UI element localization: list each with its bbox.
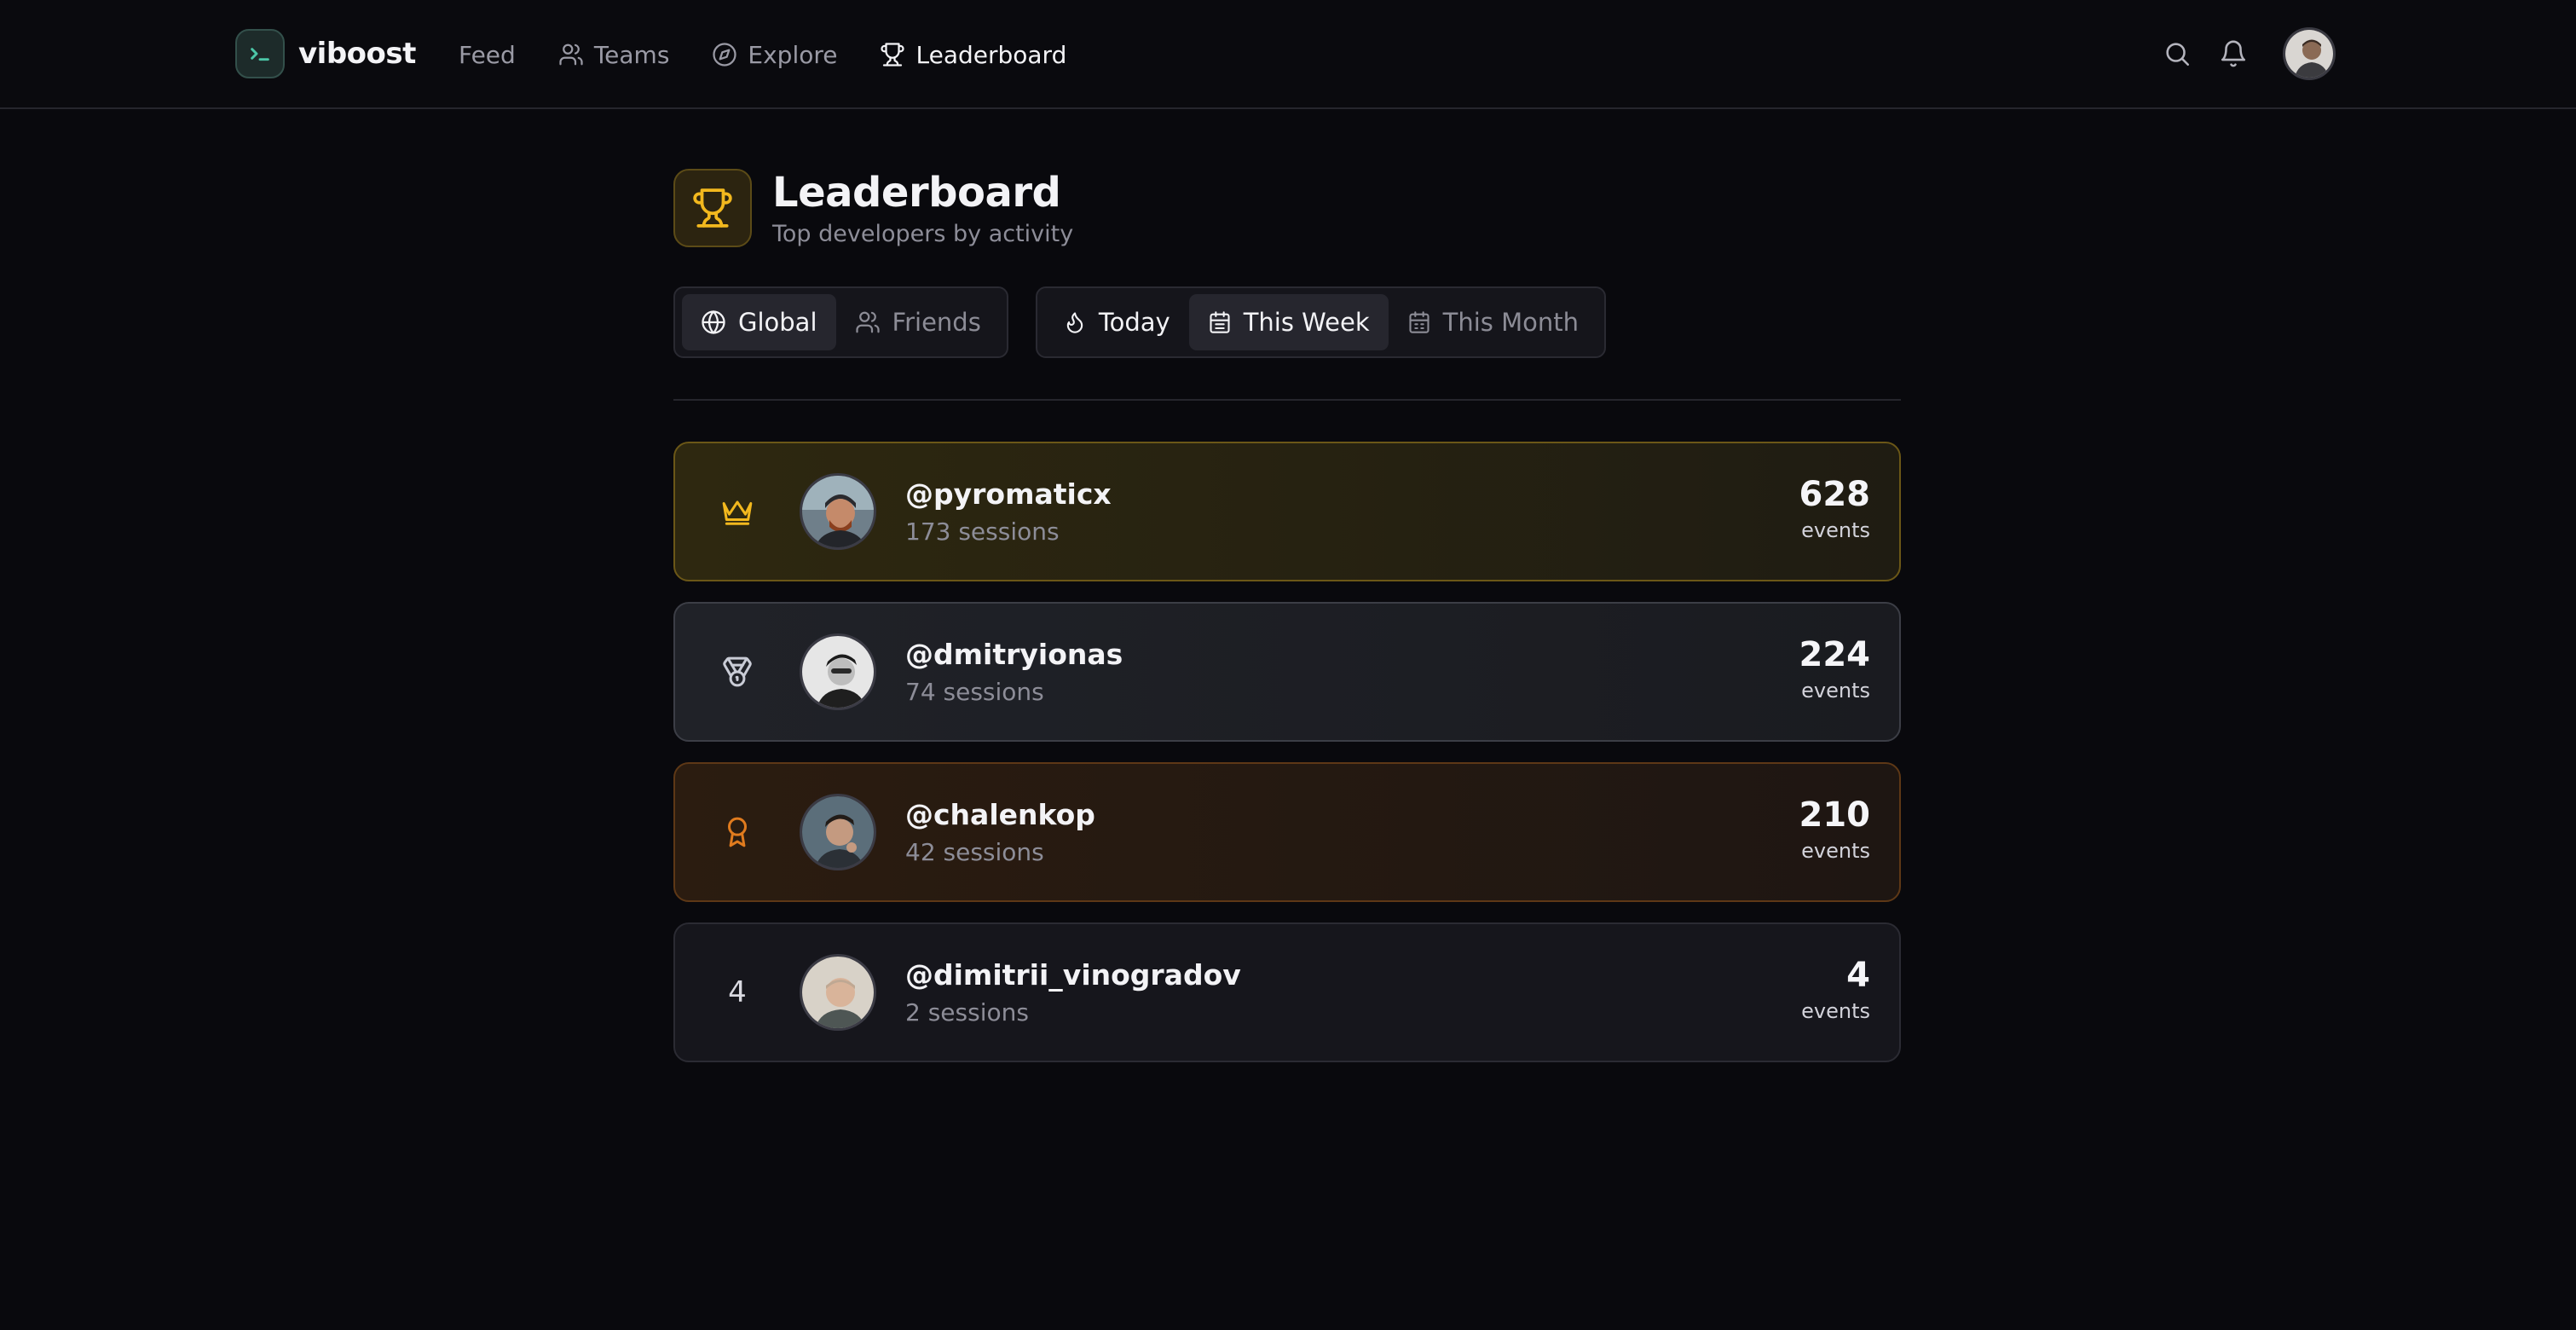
- period-this-week-button[interactable]: This Week: [1188, 294, 1389, 350]
- scope-friends-button[interactable]: Friends: [836, 294, 1000, 350]
- nav-item-feed[interactable]: Feed: [459, 41, 516, 69]
- period-today-label: Today: [1098, 308, 1170, 337]
- page-header: Leaderboard Top developers by activity: [673, 169, 1901, 247]
- leaderboard-page: Leaderboard Top developers by activity G…: [673, 169, 1901, 1083]
- scope-toggle: Global Friends: [673, 286, 1008, 358]
- user-handle: @dmitryionas: [905, 638, 1123, 671]
- event-unit: events: [1801, 679, 1870, 703]
- brand[interactable]: viboost: [235, 29, 416, 78]
- avatar: [800, 633, 876, 710]
- users-icon: [855, 309, 881, 335]
- users-icon: [558, 42, 584, 67]
- bell-icon[interactable]: [2215, 35, 2252, 72]
- avatar: [800, 794, 876, 870]
- event-count: 210: [1799, 795, 1871, 835]
- user-avatar[interactable]: [2283, 27, 2336, 80]
- period-this-month-button[interactable]: This Month: [1389, 294, 1597, 350]
- session-count: 2 sessions: [905, 998, 1029, 1026]
- leaderboard-row[interactable]: 4 @dimitrii_vinogradov 2 sessions 4 even…: [673, 922, 1901, 1062]
- event-count: 224: [1799, 635, 1871, 674]
- rank-number: 4: [728, 975, 747, 1009]
- period-today-button[interactable]: Today: [1044, 294, 1189, 350]
- nav-label: Explore: [748, 40, 838, 69]
- period-this-week-label: This Week: [1243, 308, 1370, 337]
- scope-global-label: Global: [738, 308, 817, 337]
- crown-icon: [675, 495, 800, 528]
- avatar: [800, 473, 876, 550]
- divider: [673, 399, 1901, 401]
- main-nav: Feed Teams Explore Leaderboard: [459, 34, 1109, 75]
- nav-item-teams[interactable]: Teams: [558, 40, 670, 69]
- event-unit: events: [1801, 839, 1870, 863]
- award-icon: [675, 816, 800, 848]
- leaderboard-row[interactable]: @pyromaticx 173 sessions 628 events: [673, 442, 1901, 581]
- leaderboard-row[interactable]: @dmitryionas 74 sessions 224 events: [673, 602, 1901, 742]
- nav-label: Teams: [593, 40, 670, 69]
- trophy-icon: [673, 169, 752, 247]
- session-count: 42 sessions: [905, 838, 1044, 866]
- event-score: 628 events: [1799, 476, 1871, 542]
- event-score: 210 events: [1799, 796, 1871, 863]
- period-this-month-label: This Month: [1442, 308, 1579, 337]
- scope-friends-label: Friends: [892, 308, 981, 337]
- period-toggle: Today This Week This Month: [1035, 286, 1606, 358]
- page-title: Leaderboard: [772, 168, 1061, 217]
- terminal-icon: [235, 29, 285, 78]
- event-unit: events: [1801, 518, 1870, 542]
- scope-global-button[interactable]: Global: [682, 294, 836, 350]
- user-handle: @chalenkop: [905, 798, 1095, 831]
- session-count: 173 sessions: [905, 518, 1060, 546]
- avatar: [800, 954, 876, 1031]
- calendar-icon: [1407, 310, 1431, 334]
- nav-label: Leaderboard: [915, 40, 1067, 69]
- top-nav-bar: viboost Feed Teams Explore Leaderboard: [0, 0, 2576, 109]
- top-actions: [2140, 27, 2336, 80]
- user-handle: @dimitrii_vinogradov: [905, 958, 1241, 992]
- event-score: 224 events: [1799, 636, 1871, 703]
- trophy-icon: [880, 42, 905, 67]
- nav-label: Feed: [459, 40, 516, 69]
- filters: Global Friends Today This Week This Mont…: [673, 286, 1901, 358]
- flame-icon: [1063, 310, 1087, 334]
- medal-icon: [675, 656, 800, 688]
- brand-name: viboost: [298, 37, 416, 71]
- nav-item-explore[interactable]: Explore: [712, 41, 837, 69]
- compass-icon: [712, 42, 737, 67]
- nav-item-leaderboard[interactable]: Leaderboard: [880, 41, 1066, 69]
- event-unit: events: [1801, 999, 1870, 1023]
- leaderboard-list: @pyromaticx 173 sessions 628 events @dmi…: [673, 442, 1901, 1062]
- search-icon[interactable]: [2158, 35, 2196, 72]
- globe-icon: [701, 309, 726, 335]
- page-subtitle: Top developers by activity: [772, 220, 1074, 247]
- event-score: 4 events: [1801, 957, 1870, 1023]
- session-count: 74 sessions: [905, 678, 1044, 706]
- event-count: 628: [1799, 475, 1871, 514]
- leaderboard-row[interactable]: @chalenkop 42 sessions 210 events: [673, 762, 1901, 902]
- calendar-icon: [1208, 310, 1232, 334]
- user-handle: @pyromaticx: [905, 477, 1112, 511]
- event-count: 4: [1846, 956, 1870, 995]
